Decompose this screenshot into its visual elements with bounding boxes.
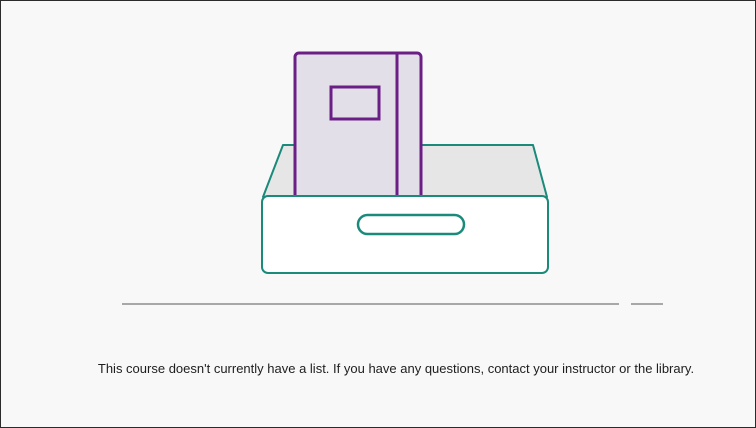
book-in-tray-icon [122, 51, 663, 305]
empty-state-panel: This course doesn't currently have a lis… [0, 0, 756, 428]
empty-list-message: This course doesn't currently have a lis… [97, 361, 695, 376]
book-illustration [293, 51, 423, 205]
tray-handle [356, 213, 466, 236]
